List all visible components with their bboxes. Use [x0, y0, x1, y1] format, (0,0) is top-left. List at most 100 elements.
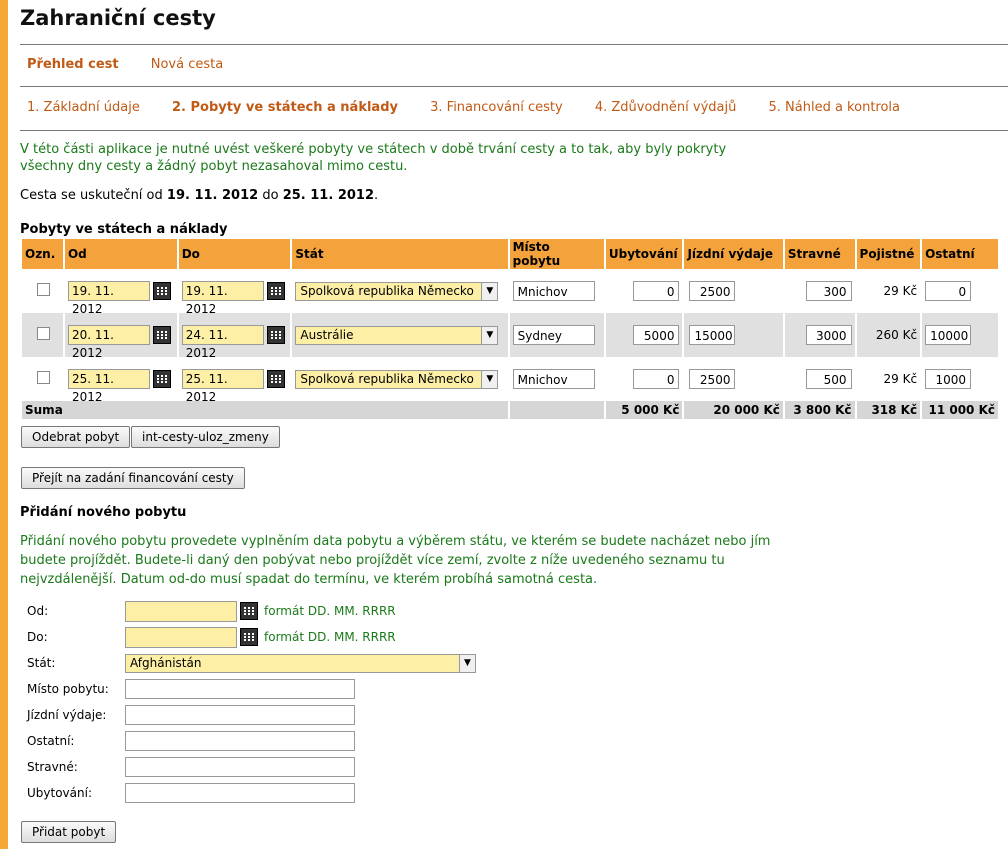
- step-justification[interactable]: 4. Zdůvodnění výdajů: [595, 100, 737, 115]
- calendar-icon[interactable]: [152, 326, 171, 344]
- place-input[interactable]: Mnichov: [512, 369, 595, 389]
- state-label: Stát:: [27, 656, 56, 670]
- go-to-financing-button[interactable]: Přejít na zadání financování cesty: [21, 467, 245, 489]
- new-state-value: Afghánistán: [130, 656, 202, 670]
- place-label: Místo pobytu:: [27, 682, 109, 696]
- calendar-icon[interactable]: [240, 628, 258, 646]
- step-preview[interactable]: 5. Náhled a kontrola: [769, 100, 901, 115]
- form-row-meals: Stravné:: [27, 756, 527, 778]
- other-input[interactable]: 0: [925, 281, 972, 301]
- meals-input[interactable]: 3000: [805, 325, 852, 345]
- row-select-checkbox[interactable]: [37, 327, 50, 340]
- new-place-input[interactable]: [125, 679, 355, 699]
- travel-input[interactable]: 2500: [689, 369, 736, 389]
- accommodation-input[interactable]: 0: [633, 281, 680, 301]
- other-input[interactable]: 10000: [925, 325, 972, 345]
- date-format-hint: formát DD. MM. RRRR: [264, 604, 396, 618]
- calendar-icon[interactable]: [266, 282, 285, 300]
- other-input[interactable]: 1000: [925, 369, 972, 389]
- travel-input[interactable]: 2500: [689, 281, 736, 301]
- form-row-state: Stát: Afghánistán ▼: [27, 652, 527, 674]
- chevron-down-icon: ▼: [481, 282, 498, 300]
- calendar-icon[interactable]: [266, 370, 285, 388]
- state-select-value: Spolková republika Německo: [300, 372, 474, 386]
- info-text: V této části aplikace je nutné uvést veš…: [20, 142, 727, 174]
- col-header: Do: [178, 239, 291, 269]
- row-select-checkbox[interactable]: [37, 283, 50, 296]
- col-header: Ostatní: [922, 239, 998, 269]
- new-from-date-input[interactable]: [125, 600, 237, 622]
- step-financing[interactable]: 3. Financování cesty: [430, 100, 563, 115]
- calendar-icon[interactable]: [266, 326, 285, 344]
- accommodation-input[interactable]: 0: [633, 369, 680, 389]
- from-date-input[interactable]: 20. 11. 2012: [67, 325, 150, 360]
- step-basic-info[interactable]: 1. Základní údaje: [27, 100, 140, 115]
- main-nav: Přehled cest Nová cesta: [27, 57, 251, 72]
- stays-table: Ozn. Od Do Stát Místo pobytu Ubytování J…: [20, 239, 1000, 419]
- state-select-value: Spolková republika Německo: [300, 284, 474, 298]
- trip-to: 25. 11. 2012: [282, 188, 374, 203]
- state-select[interactable]: Spolková republika Německo ▼: [295, 369, 499, 389]
- row-select-checkbox[interactable]: [37, 371, 50, 384]
- new-to-date-input[interactable]: [125, 626, 237, 648]
- new-accommodation-input[interactable]: [125, 783, 355, 803]
- col-header: Ubytování: [605, 239, 683, 269]
- col-header: Ozn.: [22, 239, 63, 269]
- from-date-input[interactable]: 19. 11. 2012: [67, 281, 150, 316]
- add-stay-info: Přidání nového pobytu provedete vyplnění…: [20, 534, 771, 587]
- trip-dates: Cesta se uskuteční od 19. 11. 2012 do 25…: [20, 188, 378, 203]
- new-travel-input[interactable]: [125, 705, 355, 725]
- to-date-input[interactable]: 24. 11. 2012: [181, 325, 264, 360]
- table-row: 19. 11. 2012 19. 11. 2012 Spolková repub…: [22, 269, 998, 316]
- travel-input[interactable]: 15000: [689, 325, 736, 345]
- remove-stay-button[interactable]: Odebrat pobyt: [21, 426, 131, 448]
- trip-mid: do: [262, 188, 279, 203]
- calendar-icon[interactable]: [152, 370, 171, 388]
- table-row: 20. 11. 2012 24. 11. 2012 Austrálie ▼ Syd…: [22, 313, 998, 360]
- state-select[interactable]: Austrálie ▼: [295, 325, 499, 345]
- form-row-to: Do: formát DD. MM. RRRR: [27, 626, 527, 648]
- step-stays-costs[interactable]: 2. Pobyty ve státech a náklady: [172, 100, 398, 115]
- col-header: Stát: [292, 239, 508, 269]
- chevron-down-icon: ▼: [459, 654, 475, 672]
- sum-empty: [509, 401, 604, 419]
- meals-input[interactable]: 500: [805, 369, 852, 389]
- col-header: Stravné: [784, 239, 855, 269]
- save-changes-button[interactable]: int-cesty-uloz_zmeny: [131, 426, 280, 448]
- calendar-icon[interactable]: [240, 602, 258, 620]
- col-header: Jízdní výdaje: [684, 239, 783, 269]
- sum-accommodation: 5 000 Kč: [605, 401, 683, 419]
- other-label: Ostatní:: [27, 734, 75, 748]
- new-meals-input[interactable]: [125, 757, 355, 777]
- nav-trip-overview[interactable]: Přehled cest: [27, 57, 119, 72]
- table-header: Ozn. Od Do Stát Místo pobytu Ubytování J…: [22, 239, 998, 269]
- place-input[interactable]: Mnichov: [512, 281, 595, 301]
- meals-input[interactable]: 300: [805, 281, 852, 301]
- nav-new-trip[interactable]: Nová cesta: [151, 57, 223, 72]
- calendar-icon[interactable]: [152, 282, 171, 300]
- stays-section-title: Pobyty ve státech a náklady: [20, 222, 228, 237]
- add-stay-button[interactable]: Přidat pobyt: [21, 821, 117, 843]
- col-header: Místo pobytu: [509, 239, 604, 269]
- to-date-input[interactable]: 19. 11. 2012: [181, 281, 264, 316]
- form-row-place: Místo pobytu:: [27, 678, 527, 700]
- chevron-down-icon: ▼: [481, 370, 498, 388]
- new-other-input[interactable]: [125, 731, 355, 751]
- state-select-value: Austrálie: [300, 328, 354, 342]
- place-input[interactable]: Sydney: [512, 325, 595, 345]
- from-date-input[interactable]: 25. 11. 2012: [67, 369, 150, 404]
- form-row-travel: Jízdní výdaje:: [27, 704, 527, 726]
- accommodation-label: Ubytování:: [27, 786, 92, 800]
- sum-other: 11 000 Kč: [922, 401, 998, 419]
- accommodation-input[interactable]: 5000: [633, 325, 680, 345]
- chevron-down-icon: ▼: [481, 326, 498, 344]
- form-row-from: Od: formát DD. MM. RRRR: [27, 600, 527, 622]
- add-stay-title: Přidání nového pobytu: [20, 505, 187, 520]
- divider: [20, 44, 1008, 45]
- to-date-input[interactable]: 25. 11. 2012: [181, 369, 264, 404]
- state-select[interactable]: Spolková republika Německo ▼: [295, 281, 499, 301]
- new-state-select[interactable]: Afghánistán ▼: [125, 653, 476, 673]
- form-row-other: Ostatní:: [27, 730, 527, 752]
- travel-label: Jízdní výdaje:: [27, 708, 107, 722]
- divider: [20, 86, 1008, 87]
